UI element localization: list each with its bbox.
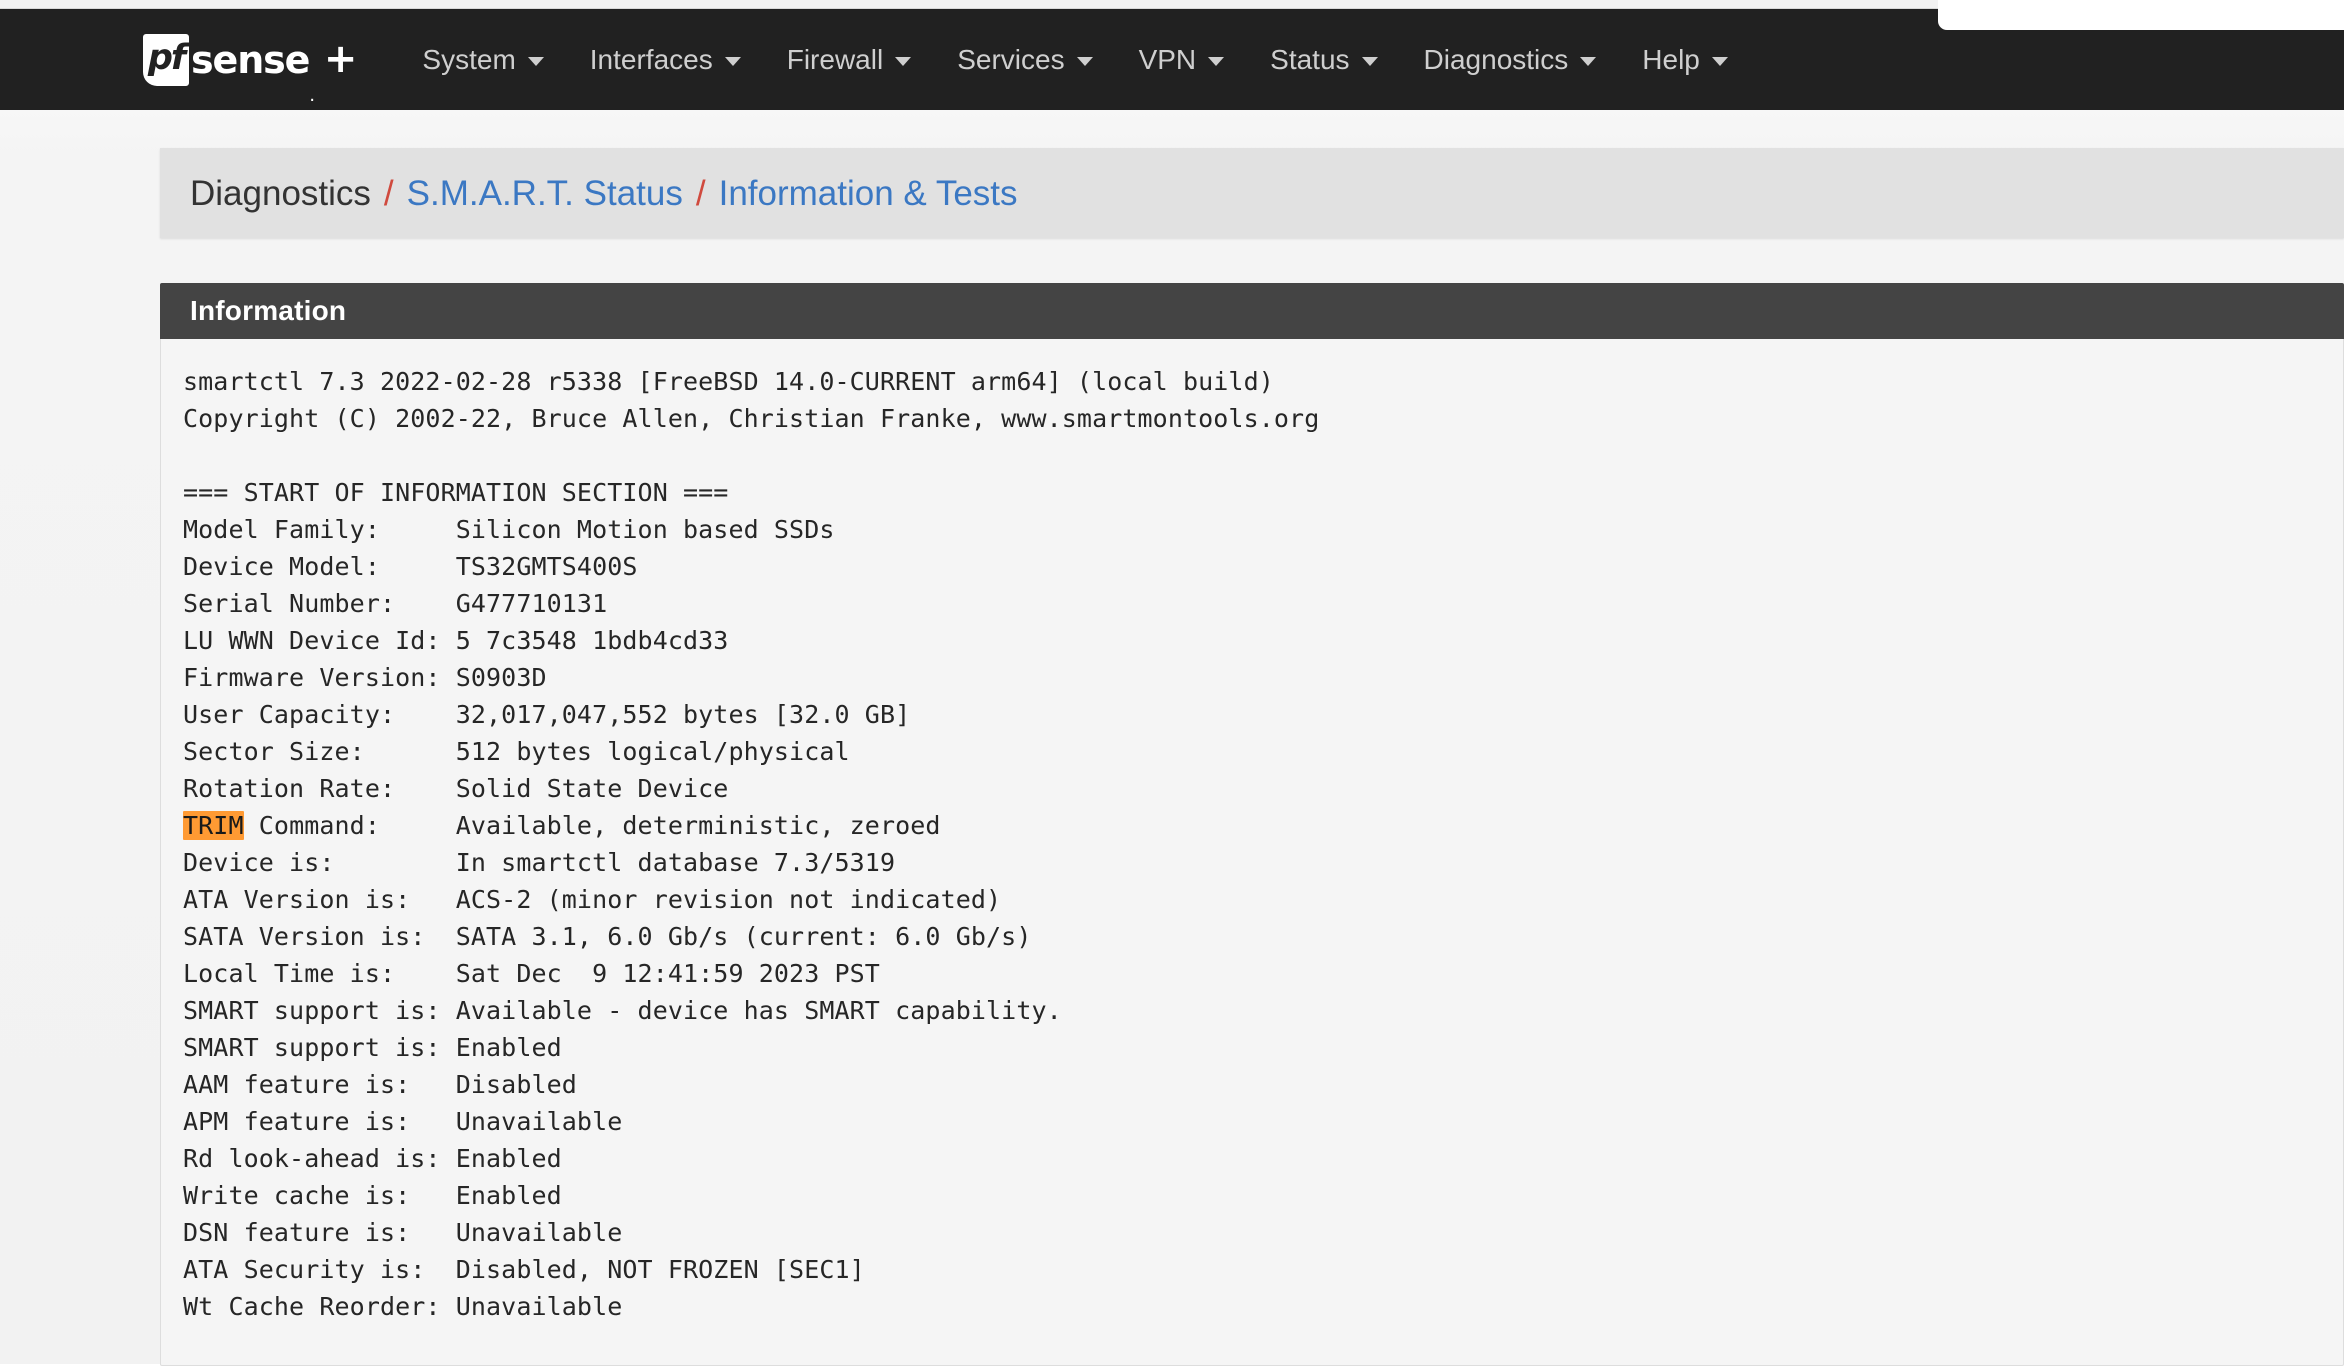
nav-item-vpn-label: VPN <box>1138 43 1197 75</box>
smartctl-output: smartctl 7.3 2022-02-28 r5338 [FreeBSD 1… <box>183 363 2343 1325</box>
pfsense-logo[interactable]: pf sense . + <box>143 9 357 110</box>
breadcrumb-root: Diagnostics <box>190 173 371 213</box>
nav-item-vpn[interactable]: VPN <box>1116 9 1248 110</box>
nav-item-firewall[interactable]: Firewall <box>764 9 934 110</box>
breadcrumb: Diagnostics / S.M.A.R.T. Status / Inform… <box>160 148 2344 238</box>
nav-item-firewall-label: Firewall <box>786 43 884 75</box>
nav-item-diagnostics[interactable]: Diagnostics <box>1401 9 1620 110</box>
information-panel-body: smartctl 7.3 2022-02-28 r5338 [FreeBSD 1… <box>160 339 2344 1366</box>
breadcrumb-item-information-tests[interactable]: Information & Tests <box>719 176 1018 211</box>
nav-item-system[interactable]: System <box>399 9 566 110</box>
pfsense-logo-dot: . <box>309 84 315 106</box>
chevron-down-icon <box>724 57 741 66</box>
pfsense-logo-word: sense <box>191 37 310 82</box>
chevron-down-icon <box>1361 57 1378 66</box>
breadcrumb-item-smart-status[interactable]: S.M.A.R.T. Status <box>407 176 683 211</box>
information-panel: Information smartctl 7.3 2022-02-28 r533… <box>160 283 2344 1366</box>
breadcrumb-separator: / <box>695 173 706 213</box>
browser-overlay-panel <box>1938 0 2344 30</box>
nav-item-services[interactable]: Services <box>934 9 1115 110</box>
pfsense-logo-mark: pf <box>143 33 189 86</box>
chevron-down-icon <box>1711 57 1728 66</box>
smartctl-output-after-highlight: Command: Available, deterministic, zeroe… <box>183 811 1062 1321</box>
nav-item-status[interactable]: Status <box>1247 9 1400 110</box>
nav-item-interfaces-label: Interfaces <box>589 43 713 75</box>
nav-item-interfaces[interactable]: Interfaces <box>567 9 764 110</box>
nav-item-status-label: Status <box>1270 43 1350 75</box>
page-title: Information <box>190 295 347 326</box>
nav-item-system-label: System <box>422 43 516 75</box>
nav-item-diagnostics-label: Diagnostics <box>1423 43 1569 75</box>
chevron-down-icon <box>1580 57 1597 66</box>
nav-item-help-label: Help <box>1642 43 1700 75</box>
chevron-down-icon <box>527 57 544 66</box>
navbar-menu: System Interfaces Firewall Services VPN … <box>399 9 1750 110</box>
search-highlight-trim: TRIM <box>183 811 244 840</box>
smartctl-output-before-highlight: smartctl 7.3 2022-02-28 r5338 [FreeBSD 1… <box>183 367 1320 803</box>
nav-item-help[interactable]: Help <box>1619 9 1751 110</box>
nav-item-services-label: Services <box>957 43 1065 75</box>
information-panel-header: Information <box>160 283 2344 339</box>
breadcrumb-separator: / <box>383 173 394 213</box>
chevron-down-icon <box>1076 57 1093 66</box>
chevron-down-icon <box>895 57 912 66</box>
pfsense-logo-pf-text: pf <box>147 38 186 78</box>
chevron-down-icon <box>1208 57 1225 66</box>
pfsense-logo-plus: + <box>323 35 358 82</box>
